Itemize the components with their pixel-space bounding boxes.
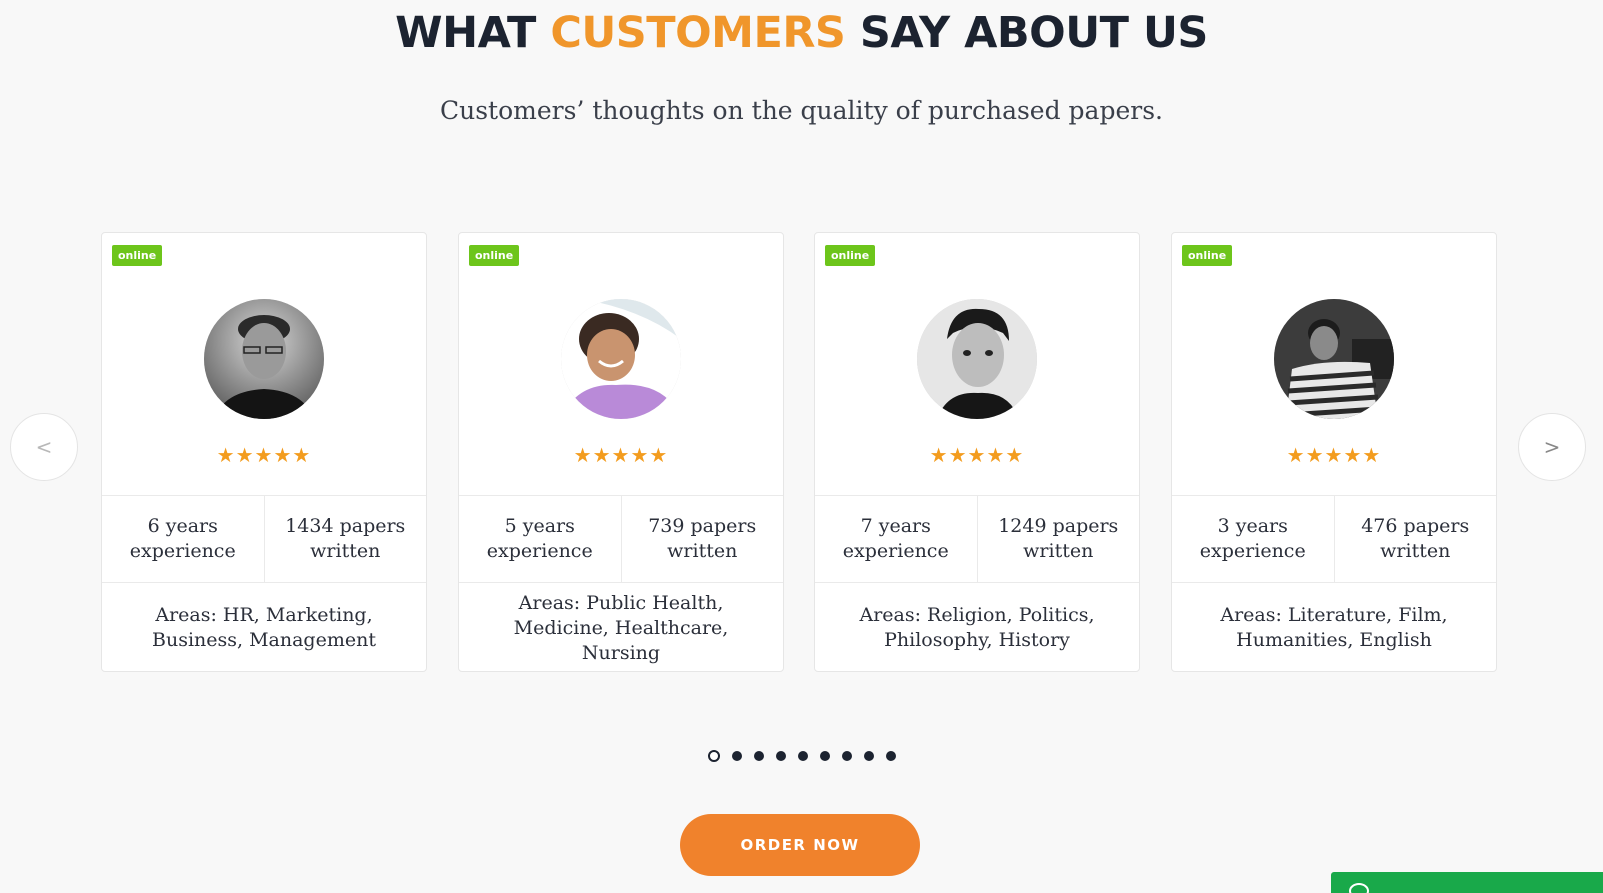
star-rating: ★★★★★ [573,443,669,467]
pagination-dot[interactable] [707,750,720,762]
pagination-dot[interactable] [797,751,808,761]
writer-card[interactable]: online ★★★★★ 5 years experience 739 pape… [458,232,784,672]
writer-areas: Areas: HR, Marketing, Business, Manageme… [152,604,376,651]
writer-avatar [917,299,1037,419]
pagination-dot[interactable] [841,751,852,761]
carousel-pagination [0,750,1603,762]
chat-bubble-icon [1349,883,1369,893]
pagination-dot[interactable] [731,751,742,761]
online-badge: online [112,245,163,266]
writer-avatar [204,299,324,419]
writer-card[interactable]: online ★★★★★ 3 years experience 476 pape… [1171,232,1497,672]
papers-stat: 1249 papers written [976,496,1140,582]
heading-accent: CUSTOMERS [550,8,846,58]
heading-part-1: WHAT [395,8,551,58]
writer-stats: 5 years experience 739 papers written [459,495,783,583]
experience-stat: 3 years experience [1199,515,1306,562]
pagination-dot[interactable] [753,751,764,761]
experience-stat: 7 years experience [842,515,949,562]
section-heading: WHAT CUSTOMERS SAY ABOUT US [0,8,1603,58]
live-chat-bar[interactable] [1331,872,1603,893]
writer-card[interactable]: online ★★★★★ 6 years experience 1434 pap… [101,232,427,672]
heading-part-2: SAY ABOUT US [845,8,1208,58]
writer-areas: Areas: Literature, Film, Humanities, Eng… [1220,604,1448,651]
writer-stats: 7 years experience 1249 papers written [815,495,1139,583]
online-badge: online [1182,245,1233,266]
papers-stat: 739 papers written [620,496,784,582]
avatar-photo [561,299,681,419]
online-badge: online [469,245,520,266]
writer-stats: 3 years experience 476 papers written [1172,495,1496,583]
experience-stat: 6 years experience [129,515,236,562]
writer-areas: Areas: Religion, Politics, Philosophy, H… [859,604,1095,651]
online-badge: online [825,245,876,266]
chevron-left-icon: < [35,435,53,459]
avatar-photo [204,299,324,419]
carousel-next-button[interactable]: > [1518,413,1586,481]
order-now-button[interactable]: ORDER NOW [680,814,920,876]
pagination-dot[interactable] [863,751,874,761]
papers-stat: 476 papers written [1333,496,1497,582]
star-rating: ★★★★★ [1286,443,1382,467]
star-rating: ★★★★★ [216,443,312,467]
pagination-dot[interactable] [885,751,896,761]
writer-avatar [561,299,681,419]
avatar-photo [917,299,1037,419]
pagination-dot[interactable] [819,751,830,761]
section-subheading: Customers’ thoughts on the quality of pu… [440,96,1163,125]
chevron-right-icon: > [1543,435,1561,459]
writer-avatar [1274,299,1394,419]
papers-stat: 1434 papers written [263,496,427,582]
experience-stat: 5 years experience [486,515,593,562]
avatar-photo [1274,299,1394,419]
writer-cards: online ★★★★★ 6 years experience 1434 pap… [101,232,1501,672]
carousel-prev-button[interactable]: < [10,413,78,481]
writer-stats: 6 years experience 1434 papers written [102,495,426,583]
pagination-dot[interactable] [775,751,786,761]
testimonials-section: WHAT CUSTOMERS SAY ABOUT US Customers’ t… [0,0,1603,893]
writer-card[interactable]: online ★★★★★ 7 years experience 1249 pap… [814,232,1140,672]
writer-areas: Areas: Public Health, Medicine, Healthca… [513,591,729,664]
star-rating: ★★★★★ [929,443,1025,467]
